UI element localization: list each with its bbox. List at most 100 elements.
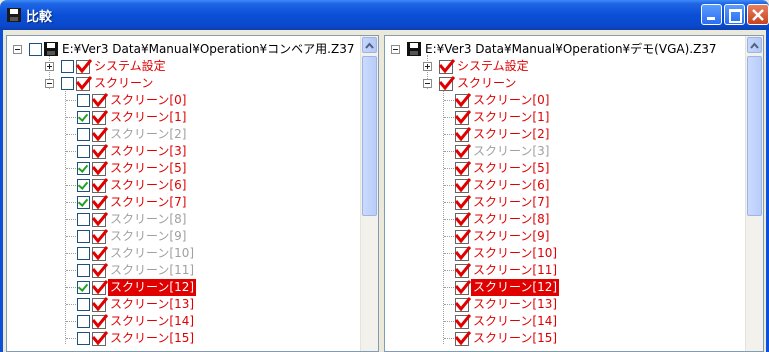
right-tree-pane[interactable]: E:¥Ver3 Data¥Manual¥Operation¥デモ(VGA).Z3… bbox=[384, 35, 764, 352]
checkbox[interactable] bbox=[77, 213, 90, 226]
minimize-button[interactable] bbox=[701, 4, 722, 25]
right-scrollbar[interactable] bbox=[745, 36, 763, 351]
tree-item-screen[interactable]: スクリーン[11] bbox=[7, 262, 367, 279]
expand-icon[interactable] bbox=[423, 62, 432, 71]
tree-item-screen[interactable]: スクリーン[9] bbox=[385, 228, 745, 245]
window-title: 比較 bbox=[26, 10, 53, 25]
tree-item-screen[interactable]: スクリーン[3] bbox=[385, 143, 745, 160]
tree-item-screen-group[interactable]: スクリーン bbox=[385, 75, 745, 92]
checkbox[interactable] bbox=[61, 77, 74, 90]
tree-item-screen[interactable]: スクリーン[13] bbox=[385, 296, 745, 313]
left-tree-pane[interactable]: E:¥Ver3 Data¥Manual¥Operation¥コンベア用.Z37 シ… bbox=[6, 35, 379, 352]
tree-item-screen[interactable]: スクリーン[11] bbox=[385, 262, 745, 279]
tree-item-screen[interactable]: スクリーン[0] bbox=[385, 92, 745, 109]
disk-icon bbox=[7, 8, 21, 22]
tree-item-label: システム設定 bbox=[457, 59, 529, 73]
tree-item-screen[interactable]: スクリーン[8] bbox=[7, 211, 367, 228]
red-check-mark-icon bbox=[92, 93, 108, 108]
checkbox[interactable] bbox=[77, 128, 90, 141]
tree-item-label: スクリーン[6] bbox=[473, 178, 550, 192]
expand-icon[interactable] bbox=[45, 62, 54, 71]
tree-item-screen[interactable]: スクリーン[3] bbox=[7, 143, 367, 160]
maximize-button[interactable] bbox=[724, 4, 745, 25]
tree-item-screen[interactable]: スクリーン[1] bbox=[385, 109, 745, 126]
tree-item-system-settings[interactable]: システム設定 bbox=[385, 58, 745, 75]
collapse-icon[interactable] bbox=[423, 79, 432, 88]
checkbox[interactable] bbox=[77, 196, 90, 209]
tree-item-screen[interactable]: スクリーン[10] bbox=[385, 245, 745, 262]
close-button[interactable] bbox=[747, 4, 769, 25]
tree-item-label: スクリーン[8] bbox=[473, 212, 550, 226]
scroll-up-button[interactable] bbox=[747, 37, 762, 53]
collapse-icon[interactable] bbox=[391, 45, 400, 54]
checkbox[interactable] bbox=[77, 230, 90, 243]
collapse-icon[interactable] bbox=[45, 79, 54, 88]
tree-item-screen[interactable]: スクリーン[0] bbox=[7, 92, 367, 109]
tree-item-screen[interactable]: スクリーン[15] bbox=[385, 330, 745, 347]
checkbox[interactable] bbox=[77, 94, 90, 107]
tree-item-screen[interactable]: スクリーン[15] bbox=[7, 330, 367, 347]
tree-item-screen[interactable]: スクリーン[14] bbox=[385, 313, 745, 330]
checkbox[interactable] bbox=[77, 264, 90, 277]
checkbox[interactable] bbox=[77, 332, 90, 345]
red-check-mark-icon bbox=[92, 178, 108, 193]
left-tree[interactable]: E:¥Ver3 Data¥Manual¥Operation¥コンベア用.Z37 シ… bbox=[7, 36, 361, 351]
checkbox[interactable] bbox=[77, 315, 90, 328]
tree-item-screen[interactable]: スクリーン[14] bbox=[7, 313, 367, 330]
tree-item-screen-group[interactable]: スクリーン bbox=[7, 75, 367, 92]
tree-item-label: スクリーン[3] bbox=[110, 144, 187, 158]
tree-item-label: スクリーン[11] bbox=[110, 263, 195, 277]
tree-item-label: スクリーン[13] bbox=[473, 297, 558, 311]
tree-item-label: スクリーン[15] bbox=[110, 331, 195, 345]
red-check-mark-icon bbox=[92, 195, 108, 210]
tree-item-screen[interactable]: スクリーン[5] bbox=[7, 160, 367, 177]
collapse-icon[interactable] bbox=[13, 45, 22, 54]
right-tree[interactable]: E:¥Ver3 Data¥Manual¥Operation¥デモ(VGA).Z3… bbox=[385, 36, 746, 351]
left-scrollbar[interactable] bbox=[360, 36, 378, 351]
tree-item-screen[interactable]: スクリーン[7] bbox=[385, 194, 745, 211]
tree-item-screen[interactable]: スクリーン[13] bbox=[7, 296, 367, 313]
tree-item-screen[interactable]: スクリーン[12] bbox=[7, 279, 367, 296]
checkbox[interactable] bbox=[29, 43, 42, 56]
checkbox[interactable] bbox=[77, 145, 90, 158]
checkbox[interactable] bbox=[77, 111, 90, 124]
checkbox[interactable] bbox=[77, 281, 90, 294]
tree-item-screen[interactable]: スクリーン[9] bbox=[7, 228, 367, 245]
scroll-thumb[interactable] bbox=[747, 56, 762, 216]
red-check-mark-icon bbox=[92, 331, 108, 346]
red-check-mark-icon bbox=[76, 76, 92, 91]
checkbox[interactable] bbox=[77, 247, 90, 260]
red-check-mark-icon bbox=[92, 280, 108, 295]
tree-item-screen[interactable]: スクリーン[7] bbox=[7, 194, 367, 211]
tree-item-screen[interactable]: スクリーン[12] bbox=[385, 279, 745, 296]
tree-item-label: スクリーン[14] bbox=[473, 314, 558, 328]
red-check-mark-icon bbox=[76, 59, 92, 74]
checkbox[interactable] bbox=[77, 162, 90, 175]
red-check-mark-icon bbox=[92, 263, 108, 278]
checkbox[interactable] bbox=[77, 298, 90, 311]
tree-item-screen[interactable]: スクリーン[1] bbox=[7, 109, 367, 126]
red-check-mark-icon bbox=[92, 229, 108, 244]
tree-item-screen[interactable]: スクリーン[6] bbox=[7, 177, 367, 194]
tree-root-row[interactable]: E:¥Ver3 Data¥Manual¥Operation¥コンベア用.Z37 bbox=[7, 41, 367, 58]
title-bar[interactable]: 比較 bbox=[0, 0, 769, 30]
scroll-up-button[interactable] bbox=[362, 37, 377, 53]
tree-item-screen[interactable]: スクリーン[8] bbox=[385, 211, 745, 228]
tree-item-screen[interactable]: スクリーン[10] bbox=[7, 245, 367, 262]
tree-root-row[interactable]: E:¥Ver3 Data¥Manual¥Operation¥デモ(VGA).Z3… bbox=[385, 41, 745, 58]
tree-item-label: E:¥Ver3 Data¥Manual¥Operation¥デモ(VGA).Z3… bbox=[425, 42, 717, 56]
tree-item-system-settings[interactable]: システム設定 bbox=[7, 58, 367, 75]
tree-item-label: スクリーン[11] bbox=[473, 263, 558, 277]
tree-item-label: スクリーン[10] bbox=[473, 246, 558, 260]
tree-item-label: スクリーン bbox=[457, 76, 517, 90]
scroll-thumb[interactable] bbox=[362, 56, 377, 216]
tree-item-screen[interactable]: スクリーン[5] bbox=[385, 160, 745, 177]
tree-item-screen[interactable]: スクリーン[6] bbox=[385, 177, 745, 194]
checkbox[interactable] bbox=[61, 60, 74, 73]
tree-item-screen[interactable]: スクリーン[2] bbox=[7, 126, 367, 143]
tree-item-label: スクリーン[7] bbox=[110, 195, 187, 209]
tree-item-screen[interactable]: スクリーン[2] bbox=[385, 126, 745, 143]
tree-item-label: スクリーン[5] bbox=[473, 161, 550, 175]
checkbox[interactable] bbox=[77, 179, 90, 192]
red-check-mark-icon bbox=[455, 229, 471, 244]
